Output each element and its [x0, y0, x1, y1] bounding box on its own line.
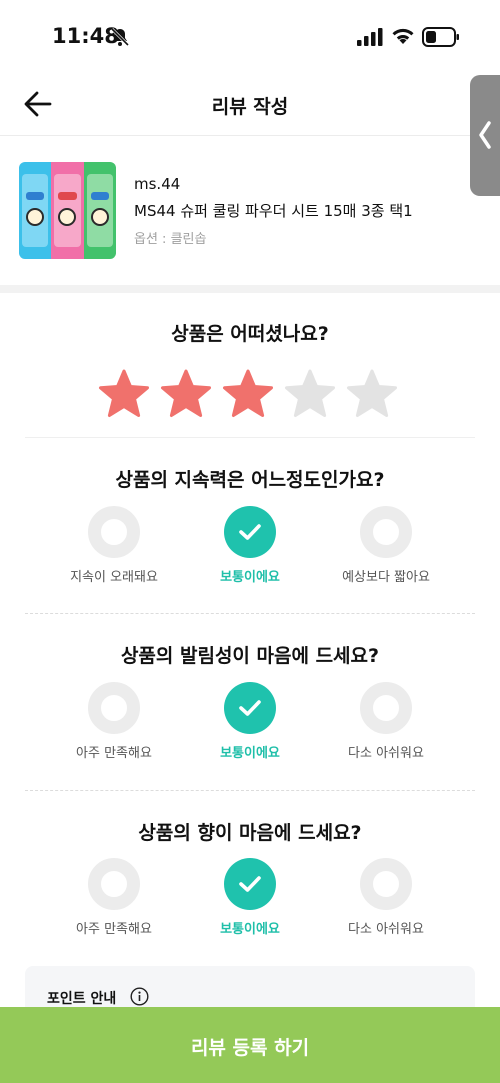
info-icon[interactable]: [130, 987, 149, 1006]
divider: [25, 613, 475, 614]
product-image: [19, 162, 116, 259]
star-icon[interactable]: [160, 369, 212, 419]
battery-icon: [422, 27, 459, 47]
product-name: MS44 슈퍼 쿨링 파우더 시트 15매 3종 택1: [134, 202, 413, 220]
answer-option[interactable]: 다소 아쉬워요: [316, 858, 456, 948]
star-icon[interactable]: [284, 369, 336, 419]
radio-empty-icon: [88, 858, 140, 910]
chevron-left-icon: [479, 121, 491, 149]
star-icon[interactable]: [222, 369, 274, 419]
product-pack-label: [90, 192, 109, 200]
radio-selected-icon: [224, 682, 276, 734]
answer-option-label: 다소 아쉬워요: [348, 746, 424, 761]
radio-empty-icon: [88, 682, 140, 734]
question-title: 상품의 발림성이 마음에 드세요?: [120, 645, 380, 667]
signal-icon: [357, 28, 383, 46]
header: 리뷰 작성: [0, 70, 500, 136]
product-option: 옵션 : 클린솝: [134, 232, 207, 247]
product-card: ms.44 MS44 슈퍼 쿨링 파우더 시트 15매 3종 택1 옵션 : 클…: [0, 137, 500, 285]
divider: [25, 437, 475, 438]
page-title: 리뷰 작성: [211, 96, 289, 118]
product-image-strip: [83, 162, 116, 259]
product-pack-label: [58, 192, 77, 200]
radio-empty-icon: [360, 506, 412, 558]
product-character: [90, 207, 109, 226]
answer-option[interactable]: 지속이 오래돼요: [44, 506, 184, 596]
section-divider: [0, 285, 500, 293]
question-title: 상품의 향이 마음에 드세요?: [138, 822, 362, 844]
checkmark-icon: [239, 524, 261, 540]
product-pack: [86, 174, 113, 247]
answer-option-label: 보통이에요: [220, 746, 280, 761]
answer-option[interactable]: 다소 아쉬워요: [316, 682, 456, 772]
submit-label: 리뷰 등록 하기: [190, 1037, 310, 1059]
product-pack: [54, 174, 81, 247]
answer-option-label: 예상보다 짧아요: [342, 570, 430, 585]
wifi-icon: [392, 28, 414, 44]
answer-option-label: 보통이에요: [220, 922, 280, 937]
product-character: [58, 207, 77, 226]
submit-review-button[interactable]: 리뷰 등록 하기: [0, 1007, 500, 1083]
answer-option[interactable]: 아주 만족해요: [44, 682, 184, 772]
product-pack: [22, 174, 49, 247]
product-brand: ms.44: [134, 175, 181, 193]
radio-empty-icon: [360, 682, 412, 734]
rating-question: 상품은 어떠셨나요?: [171, 323, 329, 345]
product-image-strip: [19, 162, 52, 259]
star-icon[interactable]: [346, 369, 398, 419]
question-title: 상품의 지속력은 어느정도인가요?: [115, 469, 385, 491]
answer-option[interactable]: 예상보다 짧아요: [316, 506, 456, 596]
checkmark-icon: [239, 876, 261, 892]
answer-option[interactable]: 보통이에요: [180, 506, 320, 596]
answer-option[interactable]: 아주 만족해요: [44, 858, 184, 948]
radio-empty-icon: [88, 506, 140, 558]
status-time: 11:48: [52, 24, 119, 48]
bell-slash-icon: [110, 27, 130, 47]
answer-option-label: 지속이 오래돼요: [70, 570, 158, 585]
product-image-strip: [51, 162, 84, 259]
answer-option[interactable]: 보통이에요: [180, 858, 320, 948]
radio-selected-icon: [224, 858, 276, 910]
product-character: [26, 207, 45, 226]
answer-option-label: 다소 아쉬워요: [348, 922, 424, 937]
star-icon[interactable]: [98, 369, 150, 419]
checkmark-icon: [239, 700, 261, 716]
radio-empty-icon: [360, 858, 412, 910]
answer-option-label: 아주 만족해요: [76, 922, 152, 937]
status-bar: 11:48: [0, 0, 500, 70]
side-panel-tab[interactable]: [470, 75, 500, 196]
radio-selected-icon: [224, 506, 276, 558]
divider: [25, 790, 475, 791]
answer-option-label: 보통이에요: [220, 570, 280, 585]
answer-option[interactable]: 보통이에요: [180, 682, 320, 772]
point-info-title: 포인트 안내: [47, 991, 117, 1007]
answer-option-label: 아주 만족해요: [76, 746, 152, 761]
product-pack-label: [26, 192, 45, 200]
